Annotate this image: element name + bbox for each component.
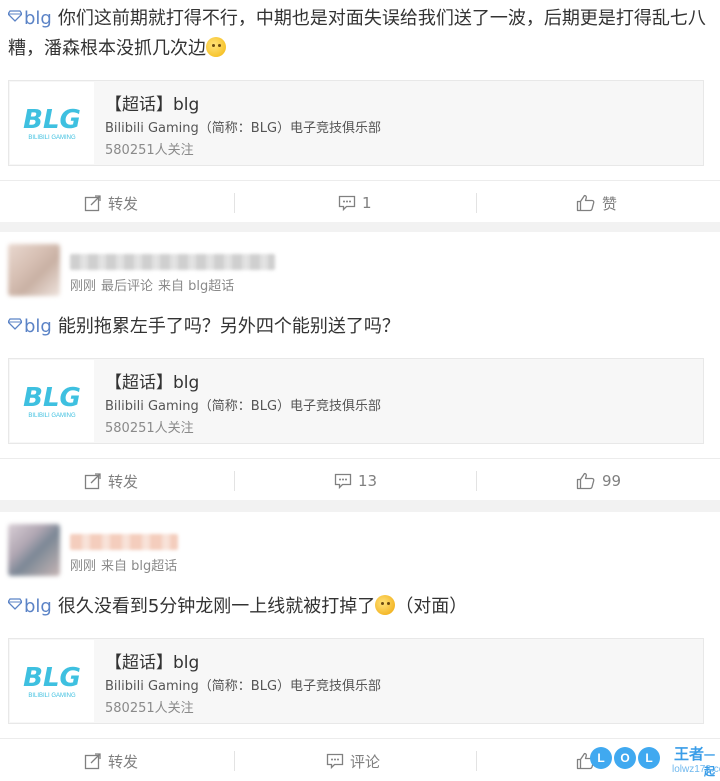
supertopic-card[interactable]: BLG BILIBILI GAMING 【超话】blg Bilibili Gam… — [8, 638, 704, 724]
laugh-emoji-icon — [375, 595, 396, 615]
blg-logo: BLG BILIBILI GAMING — [10, 360, 94, 442]
action-bar: 转发 1 赞 — [0, 180, 720, 224]
svg-text:BLG: BLG — [23, 105, 81, 135]
topic-link[interactable]: blg — [8, 596, 52, 617]
diamond-icon — [8, 10, 22, 22]
repost-icon — [84, 753, 101, 770]
diamond-icon — [8, 598, 22, 610]
card-description: Bilibili Gaming（简称：BLG）电子竞技俱乐部 — [105, 121, 382, 136]
blg-logo: BLG BILIBILI GAMING — [10, 82, 94, 164]
watermark-url: lolwz173.com — [672, 764, 720, 775]
comment-icon — [338, 195, 356, 212]
repost-button[interactable]: 转发 — [84, 459, 138, 503]
repost-icon — [84, 195, 101, 212]
supertopic-card[interactable]: BLG BILIBILI GAMING 【超话】blg Bilibili Gam… — [8, 80, 704, 166]
svg-text:BILIBILI GAMING: BILIBILI GAMING — [28, 693, 76, 699]
card-title: 【超话】blg — [105, 653, 200, 673]
post-2: 刚刚 最后评论 来自 blg超话 blg 能别拖累左手了吗？另外四个能别送了吗？ BL… — [0, 232, 720, 500]
watermark-letter: O — [614, 747, 636, 769]
card-followers: 580251人关注 — [105, 421, 194, 436]
thumbs-up-icon — [576, 472, 595, 490]
repost-icon — [84, 473, 101, 490]
post-text: blg 很久没看到5分钟龙刚一上线就被打掉了 （对面） — [8, 592, 712, 622]
comment-button[interactable]: 1 — [338, 181, 372, 225]
post-1: blg 你们这前期就打得不行，中期也是对面失误给我们送了一波，后期更是打得乱七八糟… — [0, 0, 720, 222]
avatar[interactable] — [8, 244, 60, 296]
username-blurred[interactable] — [70, 254, 275, 270]
post-meta: 刚刚 最后评论 来自 blg超话 — [70, 279, 235, 294]
diamond-icon — [8, 318, 22, 330]
post-meta: 刚刚 来自 blg超话 — [70, 559, 178, 574]
thumbs-up-icon — [576, 194, 595, 212]
card-description: Bilibili Gaming（简称：BLG）电子竞技俱乐部 — [105, 399, 382, 414]
card-followers: 580251人关注 — [105, 701, 194, 716]
repost-button[interactable]: 转发 — [84, 739, 138, 781]
svg-text:BILIBILI GAMING: BILIBILI GAMING — [28, 135, 76, 141]
post-text: blg 能别拖累左手了吗？另外四个能别送了吗？ — [8, 312, 712, 342]
site-watermark: L O L 王者 一起上 lolwz173.com — [586, 741, 720, 781]
action-bar: 转发 13 99 — [0, 458, 720, 502]
post-text: blg 你们这前期就打得不行，中期也是对面失误给我们送了一波，后期更是打得乱七八糟… — [8, 8, 706, 59]
repost-button[interactable]: 转发 — [84, 181, 138, 225]
card-description: Bilibili Gaming（简称：BLG）电子竞技俱乐部 — [105, 679, 382, 694]
comment-button[interactable]: 13 — [334, 459, 377, 503]
username-blurred[interactable] — [70, 534, 178, 550]
card-followers: 580251人关注 — [105, 143, 194, 158]
avatar[interactable] — [8, 524, 60, 576]
card-title: 【超话】blg — [105, 373, 200, 393]
like-button[interactable]: 99 — [576, 459, 621, 503]
watermark-letter: L — [638, 747, 660, 769]
comment-icon — [326, 753, 344, 770]
watermark-brand: 王者 — [674, 745, 705, 763]
topic-link[interactable]: blg — [8, 316, 52, 337]
svg-text:BILIBILI GAMING: BILIBILI GAMING — [28, 413, 76, 419]
card-title: 【超话】blg — [105, 95, 200, 115]
svg-text:BLG: BLG — [23, 383, 81, 413]
topic-link[interactable]: blg — [8, 8, 52, 29]
emoji-icon — [206, 37, 226, 57]
comment-icon — [334, 473, 352, 490]
watermark-letter: L — [590, 747, 612, 769]
comment-button[interactable]: 评论 — [326, 739, 380, 781]
supertopic-card[interactable]: BLG BILIBILI GAMING 【超话】blg Bilibili Gam… — [8, 358, 704, 444]
blg-logo: BLG BILIBILI GAMING — [10, 640, 94, 722]
svg-text:BLG: BLG — [23, 663, 81, 693]
like-button[interactable]: 赞 — [576, 181, 617, 225]
